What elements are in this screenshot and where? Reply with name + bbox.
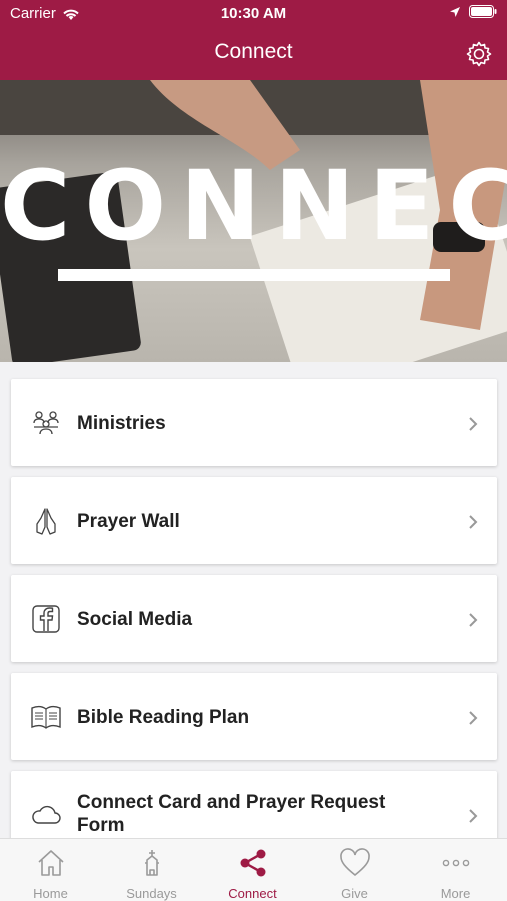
home-icon: [37, 850, 64, 876]
list-item-label: Prayer Wall: [77, 511, 180, 532]
hero-title: CONNECT: [0, 150, 507, 262]
hero-underline: [58, 269, 450, 281]
tab-bar: Home Sundays Connect Give More: [0, 838, 507, 901]
tab-label: Connect: [228, 886, 277, 901]
status-time: 10:30 AM: [220, 5, 287, 22]
list-item-ministries[interactable]: Ministries: [11, 379, 497, 466]
tab-give[interactable]: Give: [304, 839, 405, 901]
battery-icon: [469, 5, 497, 18]
church-icon: [144, 850, 159, 876]
share-icon: [240, 849, 265, 877]
tab-sundays[interactable]: Sundays: [101, 839, 202, 901]
list-item-bible-reading-plan[interactable]: Bible Reading Plan: [11, 673, 497, 760]
page-title: Connect: [214, 40, 293, 63]
chevron-right-icon: [469, 613, 478, 627]
chevron-right-icon: [469, 711, 478, 725]
book-icon: [31, 705, 61, 729]
chevron-right-icon: [469, 417, 478, 431]
list-item-label: Bible Reading Plan: [77, 707, 250, 728]
cloud-icon: [32, 805, 61, 824]
list-item-label: Ministries: [77, 413, 166, 434]
tab-connect[interactable]: Connect: [202, 839, 303, 901]
people-icon: [33, 411, 59, 435]
heart-icon: [339, 848, 370, 877]
list-item-label: Connect Card and Prayer Request Form: [77, 792, 386, 836]
hero-banner: CONNECT: [0, 80, 507, 362]
chevron-right-icon: [469, 809, 478, 823]
tab-label: Home: [33, 886, 68, 901]
status-right: [449, 5, 497, 18]
list-item-label: Social Media: [77, 609, 193, 630]
list-item-social-media[interactable]: Social Media: [11, 575, 497, 662]
location-arrow-icon: [450, 6, 460, 17]
tab-home[interactable]: Home: [0, 839, 101, 901]
more-icon: [442, 859, 469, 867]
praying-hands-icon: [36, 508, 56, 535]
facebook-icon: [32, 605, 60, 633]
list-item-prayer-wall[interactable]: Prayer Wall: [11, 477, 497, 564]
chevron-right-icon: [469, 515, 478, 529]
tab-label: Sundays: [126, 886, 177, 901]
tab-label: More: [440, 886, 471, 901]
tab-more[interactable]: More: [405, 839, 506, 901]
gear-icon[interactable]: [465, 40, 493, 68]
tab-label: Give: [341, 886, 368, 901]
nav-bar: Connect: [0, 28, 507, 80]
status-bar: Carrier 10:30 AM: [0, 0, 507, 28]
